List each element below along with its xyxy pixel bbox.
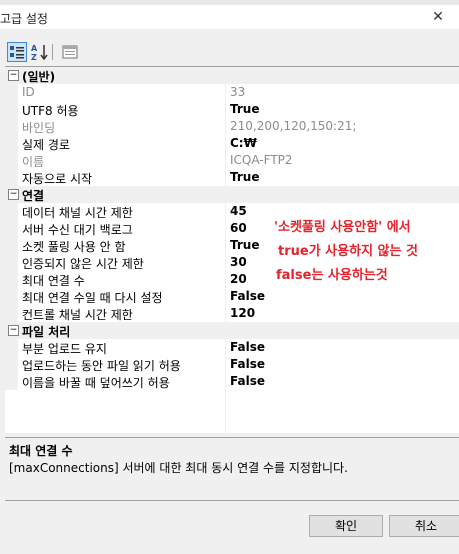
- window-title: 고급 설정: [0, 12, 48, 26]
- property-name: 부분 업로드 유지: [22, 342, 107, 356]
- categorized-view-icon[interactable]: [7, 42, 27, 62]
- toolbar-separator: [52, 44, 53, 60]
- collapse-icon[interactable]: −: [8, 189, 19, 200]
- close-icon[interactable]: ✕: [420, 7, 456, 27]
- ok-button[interactable]: 확인: [309, 515, 383, 537]
- property-row-reset-on-max-connections[interactable]: 최대 연결 수일 때 다시 설정 False: [5, 288, 459, 305]
- property-value[interactable]: 30: [230, 255, 247, 269]
- property-value[interactable]: False: [230, 374, 265, 388]
- category-label: 연결: [22, 189, 45, 203]
- svg-text:A: A: [31, 44, 38, 53]
- category-connection[interactable]: − 연결: [5, 186, 459, 203]
- property-value[interactable]: C:₩: [230, 136, 257, 150]
- property-value[interactable]: 60: [230, 221, 247, 235]
- property-name: 컨트롤 채널 시간 제한: [22, 308, 133, 322]
- property-name: 바인딩: [22, 121, 56, 135]
- category-general[interactable]: − (일반): [5, 67, 459, 84]
- property-name: 이름: [22, 155, 45, 169]
- property-row-keep-partial-uploads[interactable]: 부분 업로드 유지 False: [5, 339, 459, 356]
- property-row-physical-path[interactable]: 실제 경로 C:₩: [5, 135, 459, 152]
- property-row-allow-replace-on-rename[interactable]: 이름을 바꿀 때 덮어쓰기 허용 False: [5, 373, 459, 390]
- property-value[interactable]: False: [230, 289, 265, 303]
- property-value[interactable]: 45: [230, 204, 247, 218]
- property-row-auto-start[interactable]: 자동으로 시작 True: [5, 169, 459, 186]
- property-name: 자동으로 시작: [22, 172, 93, 186]
- property-name: 최대 연결 수: [22, 274, 85, 288]
- property-name: 최대 연결 수일 때 다시 설정: [22, 291, 163, 305]
- svg-text:Z: Z: [31, 53, 37, 62]
- property-value[interactable]: 120: [230, 306, 255, 320]
- annotation-line-3: false는 사용하는것: [276, 268, 388, 283]
- property-row-control-channel-timeout[interactable]: 컨트롤 채널 시간 제한 120: [5, 305, 459, 322]
- collapse-icon[interactable]: −: [8, 70, 19, 81]
- property-row-utf8[interactable]: UTF8 허용 True: [5, 101, 459, 118]
- property-value[interactable]: True: [230, 238, 259, 252]
- property-row-name[interactable]: 이름 ICQA-FTP2: [5, 152, 459, 169]
- property-name: UTF8 허용: [22, 104, 79, 118]
- category-label: 파일 처리: [22, 325, 71, 339]
- property-row-binding[interactable]: 바인딩 210,200,120,150:21;: [5, 118, 459, 135]
- collapse-icon[interactable]: −: [8, 325, 19, 336]
- property-name: 실제 경로: [22, 138, 70, 152]
- help-panel: 최대 연결 수 [maxConnections] 서버에 대한 최대 동시 연결…: [5, 437, 459, 501]
- property-name: ID: [22, 85, 35, 99]
- alphabetical-sort-icon[interactable]: A Z: [30, 42, 50, 62]
- help-description: [maxConnections] 서버에 대한 최대 동시 연결 수를 지정합니…: [9, 461, 348, 475]
- help-title: 최대 연결 수: [9, 444, 73, 458]
- category-file-handling[interactable]: − 파일 처리: [5, 322, 459, 339]
- property-value: ICQA-FTP2: [230, 153, 293, 167]
- property-value[interactable]: True: [230, 170, 259, 184]
- property-row-max-connections[interactable]: 최대 연결 수 20: [5, 271, 459, 288]
- property-value: 33: [230, 85, 246, 99]
- category-label: (일반): [22, 70, 56, 84]
- annotation-line-1: '소켓풀링 사용안함' 에서: [274, 220, 411, 235]
- property-name: 업로드하는 동안 파일 읽기 허용: [22, 359, 181, 373]
- property-name: 인증되지 않은 시간 제한: [22, 257, 144, 271]
- property-value[interactable]: False: [230, 357, 265, 371]
- property-value[interactable]: True: [230, 102, 259, 116]
- title-bar: 고급 설정 ✕: [0, 5, 459, 29]
- property-name: 소켓 풀링 사용 안 함: [22, 240, 126, 254]
- cancel-button[interactable]: 취소: [389, 515, 459, 537]
- property-name: 이름을 바꿀 때 덮어쓰기 허용: [22, 376, 170, 390]
- property-value[interactable]: 20: [230, 272, 247, 286]
- property-grid-toolbar: A Z: [0, 38, 459, 66]
- property-pages-icon[interactable]: [60, 42, 80, 62]
- property-value[interactable]: False: [230, 340, 265, 354]
- property-row-allow-read-while-uploading[interactable]: 업로드하는 동안 파일 읽기 허용 False: [5, 356, 459, 373]
- annotation-line-2: true가 사용하지 않는 것: [278, 244, 418, 259]
- property-value: 210,200,120,150:21;: [230, 119, 357, 133]
- property-name: 서버 수신 대기 백로그: [22, 223, 133, 237]
- property-name: 데이터 채널 시간 제한: [22, 206, 133, 220]
- property-row-id[interactable]: ID 33: [5, 84, 459, 101]
